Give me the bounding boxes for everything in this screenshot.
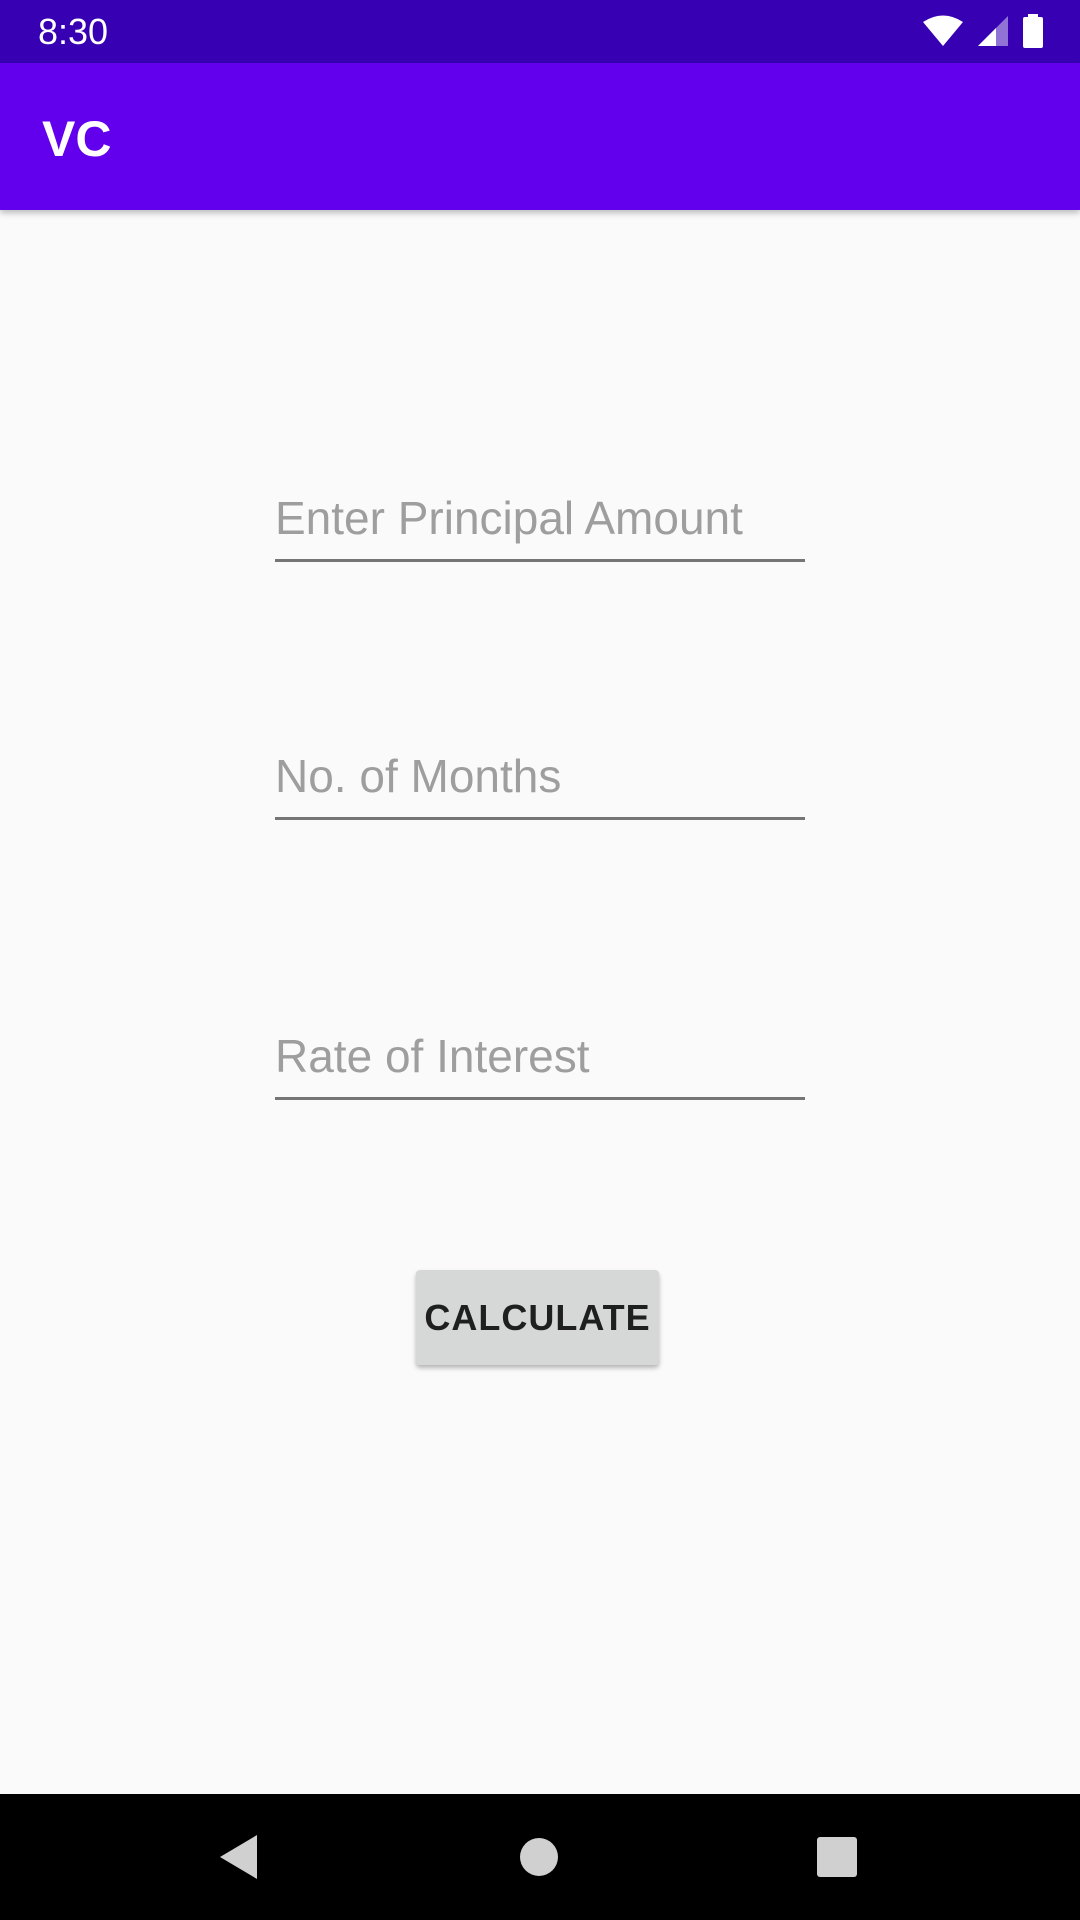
status-icons (922, 14, 1044, 48)
status-bar: 8:30 (0, 0, 1080, 63)
app-bar: VC (0, 63, 1080, 210)
battery-icon (1022, 14, 1044, 48)
app-title: VC (42, 111, 112, 167)
status-time: 8:30 (38, 11, 109, 52)
recents-icon[interactable] (804, 1824, 870, 1890)
principal-amount-underline (275, 559, 805, 562)
interest-rate-underline (275, 1097, 805, 1100)
screen: 8:30 VC Enter Principal Amount No. of Mo… (0, 0, 1080, 1920)
back-icon[interactable] (206, 1824, 272, 1890)
interest-rate-field (275, 1020, 805, 1100)
navigation-bar (0, 1794, 1080, 1920)
cellular-signal-icon (976, 15, 1010, 47)
calculate-button[interactable]: CALCULATE (416, 1270, 659, 1365)
home-icon[interactable] (506, 1824, 572, 1890)
wifi-icon (922, 15, 964, 47)
principal-amount-field (275, 482, 805, 562)
months-field (275, 740, 805, 820)
months-input[interactable] (275, 740, 805, 812)
months-underline (275, 817, 805, 820)
interest-rate-input[interactable] (275, 1020, 805, 1092)
principal-amount-input[interactable] (275, 482, 805, 554)
